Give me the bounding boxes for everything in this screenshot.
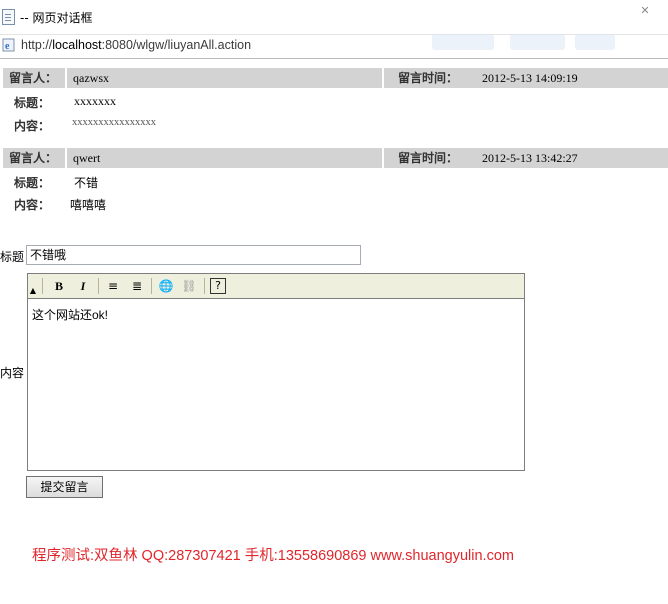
author-label: 留言人：	[3, 68, 65, 88]
window-title: -- 网页对话框	[20, 11, 93, 25]
rich-text-editor[interactable]: ▲ B I ≡ ≣ 🌐 ⛓ ? 这个网站还ok!	[27, 273, 525, 471]
ie-browser-icon: e	[2, 38, 15, 52]
message-content: xxxxxxxxxxxxxxxx	[72, 117, 156, 128]
message-subject: 不错	[74, 176, 99, 190]
bold-button[interactable]: B	[50, 277, 68, 295]
ordered-list-button[interactable]: ≡	[104, 277, 122, 295]
page-icon	[2, 9, 15, 25]
message-content: 嘻嘻嘻	[70, 198, 107, 212]
toolbar-ghost	[575, 34, 615, 50]
title-input[interactable]: 不错哦	[26, 245, 361, 265]
window-titlebar: -- 网页对话框 ✕	[0, 0, 668, 35]
toolbar-ghost	[432, 34, 494, 50]
toolbar-ghost	[510, 34, 565, 50]
toolbar-separator	[204, 278, 205, 294]
title-field-label: 标题	[0, 250, 25, 264]
footer-credit: 程序测试:双鱼林 QQ:287307421 手机:13558690869 www…	[32, 548, 514, 564]
help-button[interactable]: ?	[210, 278, 226, 294]
toolbar-separator	[151, 278, 152, 294]
toolbar-separator	[98, 278, 99, 294]
author-name: qazwsx	[67, 68, 382, 88]
message-header: 留言人： qazwsx 留言时间： 2012-5-13 14:09:19	[3, 68, 668, 88]
svg-text:e: e	[5, 41, 10, 52]
message-content-row: 内容： 嘻嘻嘻	[0, 196, 668, 212]
message-subject-row: 标题： 不错	[0, 174, 668, 190]
content-label: 内容：	[14, 119, 51, 133]
content-field-label: 内容	[0, 366, 25, 380]
divider	[0, 58, 668, 59]
address-url[interactable]: http://localhost:8080/wlgw/liuyanAll.act…	[21, 38, 251, 52]
insert-link-button[interactable]: 🌐	[157, 277, 175, 295]
time-label: 留言时间：	[384, 148, 482, 168]
time-label: 留言时间：	[384, 68, 482, 88]
toolbar-separator	[42, 278, 43, 294]
subject-label: 标题：	[14, 176, 51, 190]
remove-link-button[interactable]: ⛓	[180, 277, 198, 295]
author-name: qwert	[67, 148, 382, 168]
toolbar-collapse-icon[interactable]: ▲	[28, 282, 38, 300]
submit-message-button[interactable]: 提交留言	[26, 476, 103, 498]
message-content-row: 内容： xxxxxxxxxxxxxxxx	[0, 117, 668, 133]
author-label: 留言人：	[3, 148, 65, 168]
message-subject-row: 标题： xxxxxxx	[0, 94, 668, 110]
message-time: 2012-5-13 14:09:19	[476, 68, 668, 88]
editor-content[interactable]: 这个网站还ok!	[32, 306, 108, 323]
editor-toolbar: ▲ B I ≡ ≣ 🌐 ⛓ ?	[28, 274, 524, 299]
content-label: 内容：	[14, 198, 51, 212]
close-icon[interactable]: ✕	[638, 4, 652, 18]
unordered-list-button[interactable]: ≣	[128, 277, 146, 295]
subject-label: 标题：	[14, 96, 51, 110]
italic-button[interactable]: I	[74, 277, 92, 295]
address-bar[interactable]: e http://localhost:8080/wlgw/liuyanAll.a…	[0, 35, 668, 57]
message-header: 留言人： qwert 留言时间： 2012-5-13 13:42:27	[3, 148, 668, 168]
message-subject: xxxxxxx	[74, 94, 116, 108]
message-time: 2012-5-13 13:42:27	[476, 148, 668, 168]
